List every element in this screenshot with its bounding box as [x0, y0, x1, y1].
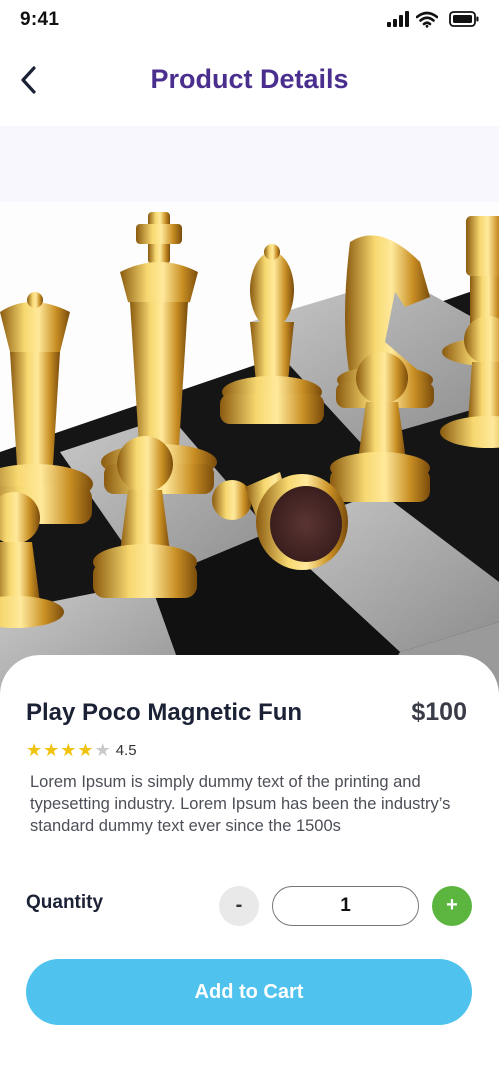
chess-pieces-illustration	[0, 202, 499, 722]
add-to-cart-button[interactable]: Add to Cart	[26, 959, 472, 1025]
page-title: Product Details	[150, 64, 349, 94]
status-bar: 9:41	[0, 0, 499, 44]
product-name: Play Poco Magnetic Fun	[26, 699, 303, 726]
star-filled-icon: ★	[77, 740, 94, 760]
product-price: $100	[411, 698, 467, 726]
header: Product Details	[0, 44, 499, 126]
star-empty-icon: ★	[94, 740, 111, 760]
star-filled-icon: ★	[43, 740, 60, 760]
rating-row: ★ ★ ★ ★ ★ 4.5	[26, 740, 137, 760]
signal-icon	[387, 11, 409, 27]
product-description: Lorem Ipsum is simply dummy text of the …	[30, 773, 451, 835]
star-filled-icon: ★	[26, 740, 43, 760]
quantity-label: Quantity	[26, 892, 104, 913]
rating-value: 4.5	[115, 741, 137, 759]
product-image	[0, 202, 499, 722]
battery-icon	[449, 11, 479, 27]
star-filled-icon: ★	[60, 740, 77, 760]
product-details-card: Play Poco Magnetic Fun $100 ★ ★ ★ ★ ★ 4.…	[0, 655, 499, 1072]
quantity-field[interactable]: 1	[272, 886, 419, 926]
quantity-increment-button[interactable]: +	[432, 886, 472, 926]
quantity-decrement-button[interactable]: -	[219, 886, 259, 926]
image-background	[0, 126, 499, 202]
status-time: 9:41	[20, 9, 60, 30]
wifi-icon	[416, 11, 438, 28]
